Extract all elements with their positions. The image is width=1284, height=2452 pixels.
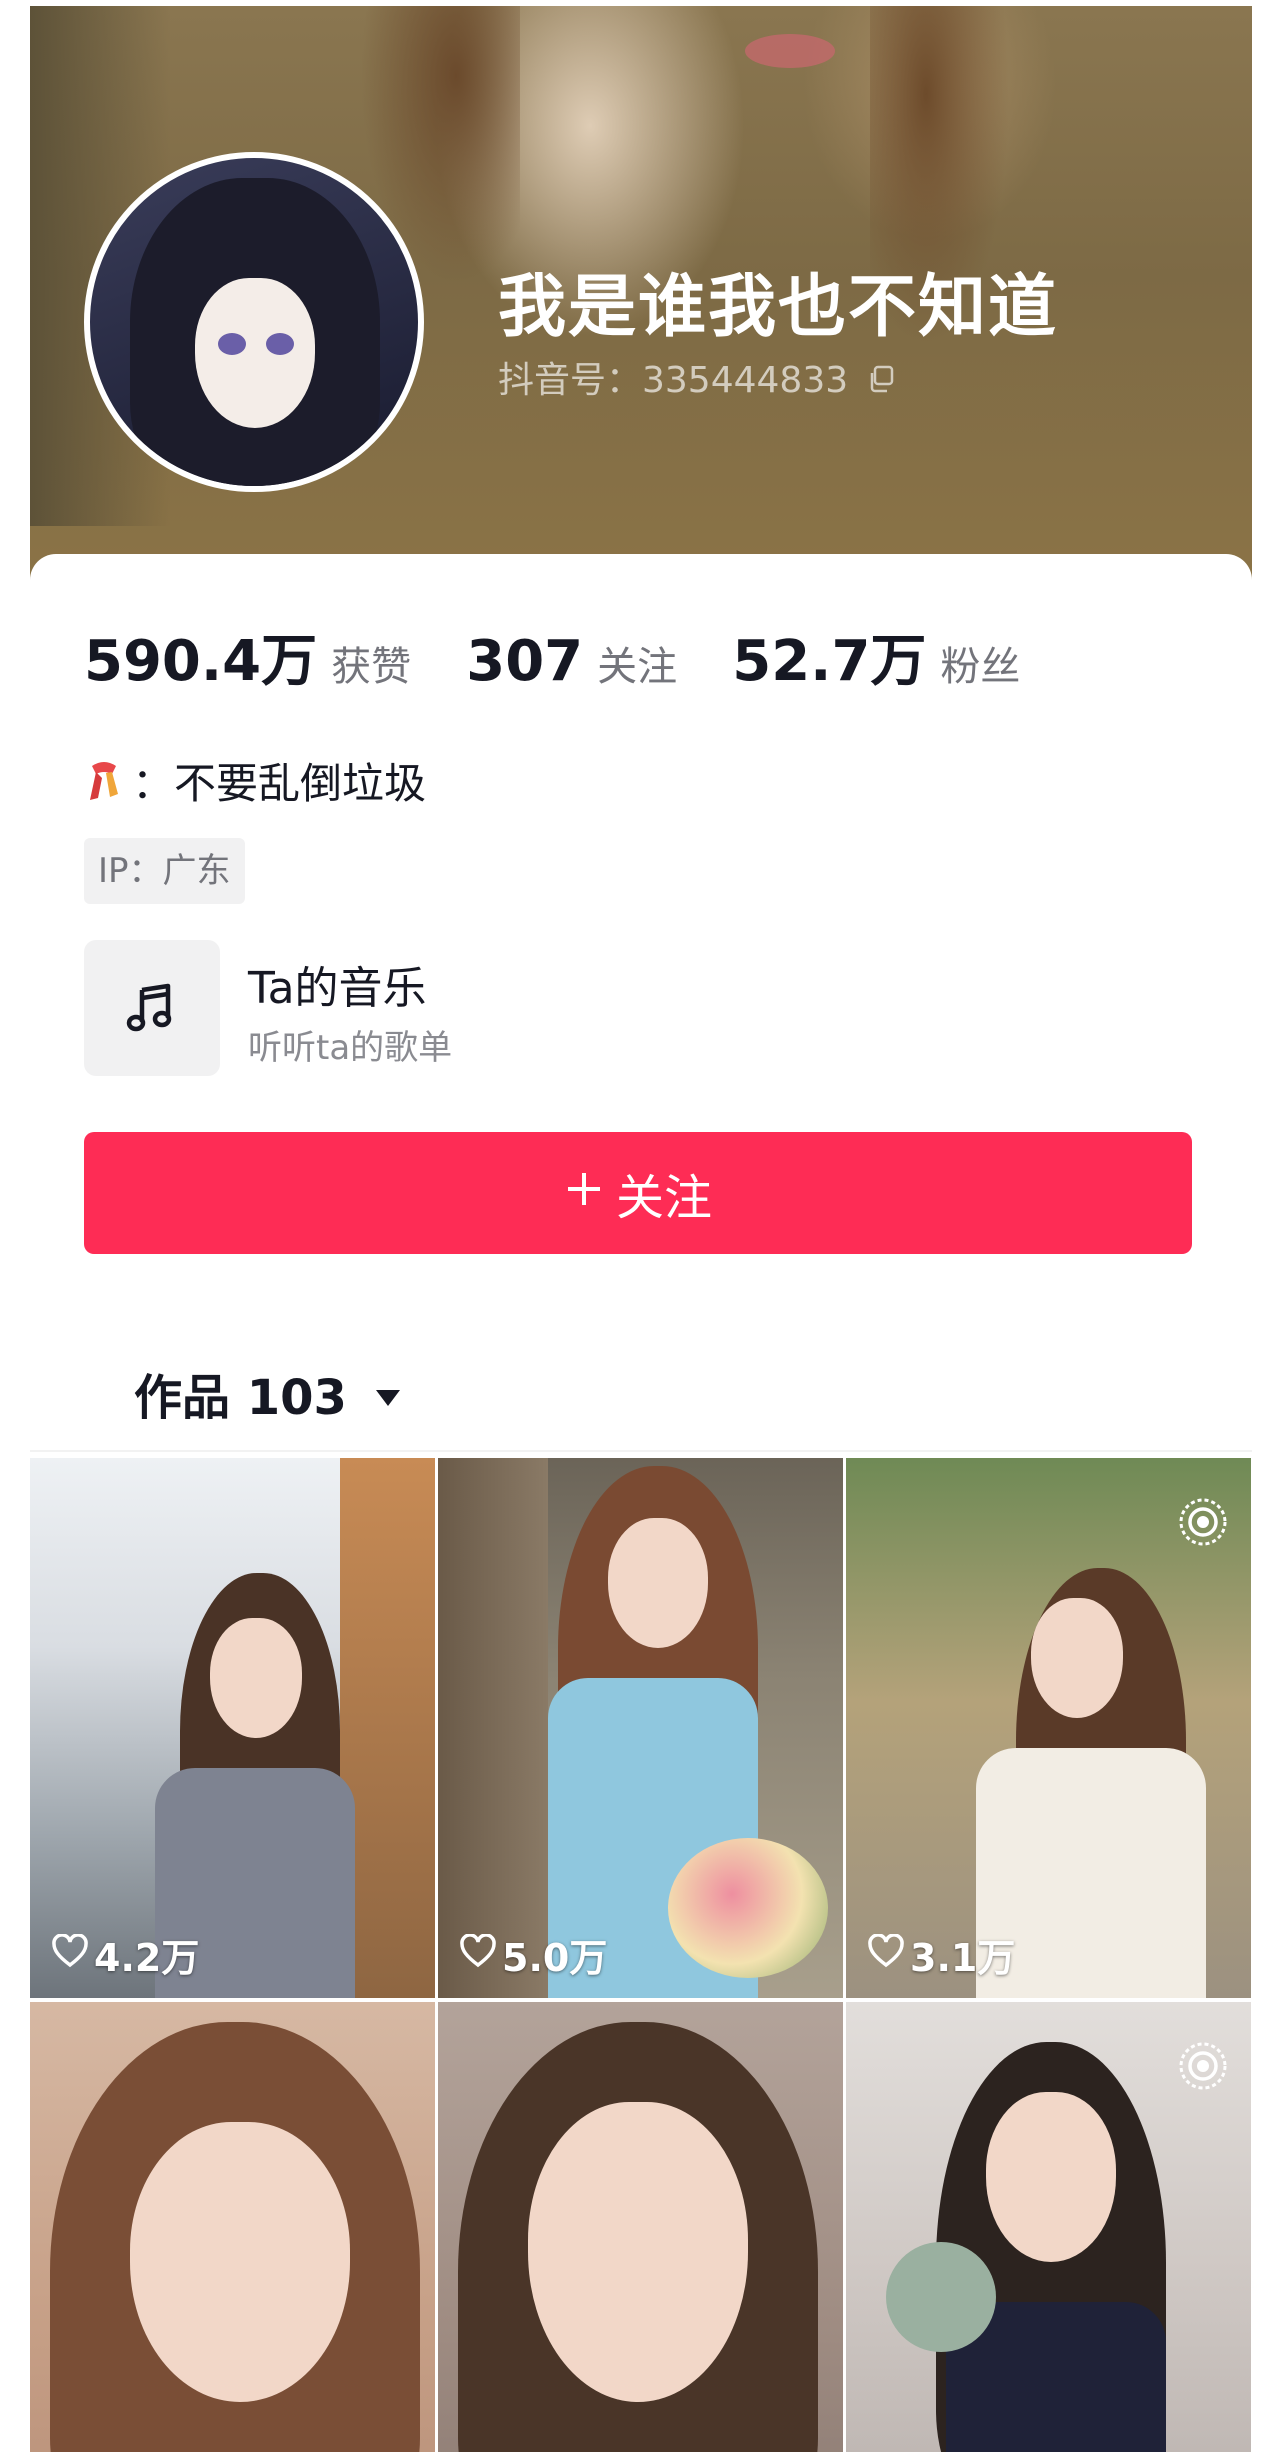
douyin-id[interactable]: 抖音号：335444833: [498, 351, 896, 403]
video-thumbnail[interactable]: 5.0万: [438, 1458, 843, 1998]
bio: ：不要乱倒垃圾: [84, 750, 426, 814]
douyin-id-text: 抖音号：335444833: [498, 360, 849, 401]
ip-location-tag: IP：广东: [84, 838, 245, 904]
stat-followers-label: 粉丝: [940, 644, 1021, 690]
live-icon: [1177, 1496, 1229, 1552]
avatar[interactable]: [84, 152, 424, 492]
video-likes: 3.1万: [868, 1927, 1015, 1982]
follow-button[interactable]: 关注: [84, 1132, 1192, 1254]
plus-icon: [564, 1165, 604, 1221]
stat-followers-value: 52.7万: [732, 629, 927, 694]
video-thumbnail[interactable]: 4.2万: [30, 1458, 435, 1998]
heart-icon: [52, 1932, 88, 1977]
stat-likes-value: 590.4万: [84, 629, 318, 694]
tab-works[interactable]: 作品 103: [134, 1358, 402, 1428]
music-note-icon: [122, 976, 182, 1040]
music-subtitle: 听听ta的歌单: [248, 1028, 453, 1068]
heart-icon: [460, 1932, 496, 1977]
video-thumbnail[interactable]: [846, 2002, 1251, 2452]
scarf-icon: [84, 758, 124, 814]
caret-down-icon: [374, 1364, 402, 1420]
stat-following-label: 关注: [597, 644, 678, 690]
stat-followers[interactable]: 52.7万 粉丝: [732, 616, 1020, 697]
video-likes: 5.0万: [460, 1927, 607, 1982]
heart-icon: [868, 1932, 904, 1977]
live-icon: [1177, 2040, 1229, 2096]
music-entry-icon-box[interactable]: [84, 940, 220, 1076]
stats-row: 590.4万 获赞 307 关注 52.7万 粉丝: [84, 616, 1070, 697]
video-likes-count: 3.1万: [910, 1936, 1016, 1980]
stat-likes[interactable]: 590.4万 获赞: [84, 616, 411, 697]
video-likes-count: 5.0万: [502, 1936, 608, 1980]
profile-cover-image: 我是谁我也不知道 抖音号：335444833: [30, 6, 1252, 606]
video-thumbnail[interactable]: 3.1万: [846, 1458, 1251, 1998]
profile-info-card: 590.4万获赞 307 关注 52.7万粉丝 ：不要乱倒垃圾 IP：广东: [30, 554, 1252, 2452]
video-thumbnail[interactable]: [30, 2002, 435, 2452]
video-likes: 4.2万: [52, 1927, 199, 1982]
stat-following-value: 307: [466, 629, 584, 694]
follow-button-label: 关注: [615, 1170, 712, 1226]
bio-text: ：不要乱倒垃圾: [132, 759, 427, 808]
copy-icon[interactable]: [866, 362, 896, 403]
music-title[interactable]: Ta的音乐: [248, 952, 427, 1016]
video-likes-count: 4.2万: [94, 1936, 200, 1980]
profile-page: 我是谁我也不知道 抖音号：335444833 590.4万 获赞 307 关注 52…: [30, 6, 1252, 2452]
tab-works-label: 作品 103: [134, 1370, 347, 1426]
username: 我是谁我也不知道: [498, 268, 1059, 347]
stat-following[interactable]: 307 关注: [466, 629, 677, 694]
video-thumbnail[interactable]: [438, 2002, 843, 2452]
stat-likes-label: 获赞: [331, 644, 412, 690]
divider: [30, 1450, 1252, 1452]
